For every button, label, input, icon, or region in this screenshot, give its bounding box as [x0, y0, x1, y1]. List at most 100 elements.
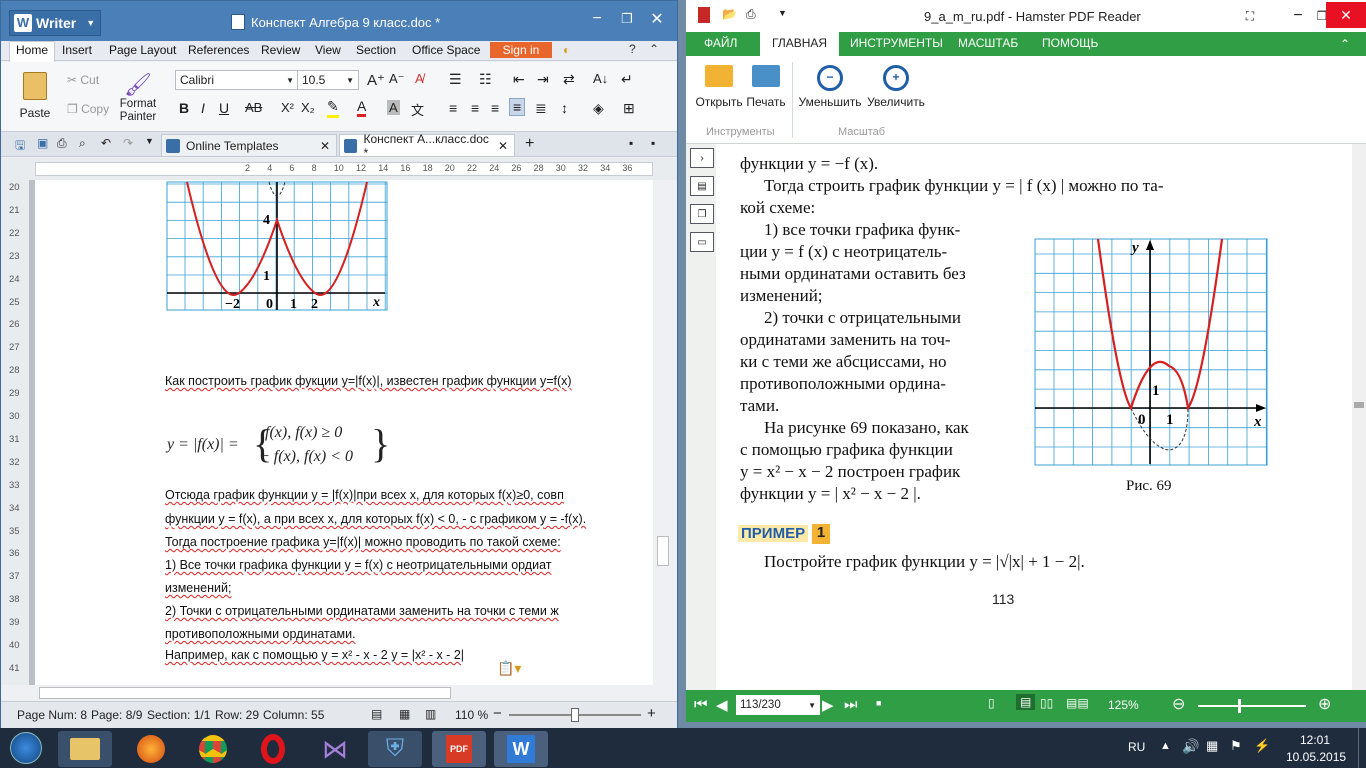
superscript-button[interactable]: X² [281, 100, 294, 115]
font-name-select[interactable]: Calibri ▼ [175, 70, 299, 90]
taskbar-firefox[interactable] [124, 731, 178, 767]
close-tab-icon[interactable]: ✕ [320, 139, 330, 153]
tab-scale[interactable]: МАСШТАБ [958, 36, 1018, 50]
ribbon-collapse-icon[interactable]: ⌃ [1340, 37, 1350, 51]
distributed-button[interactable]: ≣ [535, 100, 547, 117]
zoom-slider-thumb[interactable] [1238, 699, 1241, 713]
close-button[interactable]: ✕ [645, 9, 669, 29]
tab-home[interactable]: ГЛАВНАЯ [760, 32, 840, 56]
help-icon[interactable]: ? [629, 42, 636, 56]
single-page-icon[interactable]: ▯ [988, 696, 995, 710]
pdf-vertical-scrollbar[interactable] [1352, 144, 1366, 690]
taskbar-wps-writer[interactable]: W [494, 731, 548, 767]
tab-close-all-icon[interactable]: ▪ [651, 136, 655, 150]
zoom-slider[interactable] [1198, 699, 1306, 713]
tab-restore-icon[interactable]: ▪ [629, 136, 633, 150]
undo-icon[interactable]: ↶ [101, 136, 111, 150]
power-icon[interactable]: ⚡ [1254, 738, 1270, 754]
line-spacing-button[interactable]: ↕ [561, 100, 568, 116]
numbering-icon[interactable]: ☷ [479, 71, 492, 88]
page-number-field[interactable]: 113/230 ▼ [736, 695, 820, 715]
print-icon[interactable]: ⎙ [57, 136, 67, 151]
open-quick-icon[interactable]: 📂 [722, 7, 737, 21]
web-view-icon[interactable]: ▥ [425, 707, 436, 721]
taskbar-opera[interactable] [246, 731, 300, 767]
tab-document[interactable]: Конспект А...класс.doc * ✕ [339, 132, 515, 160]
paste-options-icon[interactable]: 📋▾ [497, 660, 521, 677]
clock-time[interactable]: 12:01 [1300, 733, 1330, 747]
format-painter-button[interactable]: 🖌 Format Painter [115, 68, 161, 128]
bold-button[interactable]: B [179, 100, 189, 116]
start-button[interactable] [4, 730, 48, 766]
font-size-select[interactable]: 10.5 ▼ [297, 70, 359, 90]
annotations-icon[interactable]: ▭ [690, 232, 714, 252]
sign-in-button[interactable]: Sign in [490, 42, 552, 58]
shrink-font-icon[interactable]: A⁻ [389, 71, 405, 87]
minimize-button[interactable]: − [1286, 6, 1310, 26]
quick-access-chevron-icon[interactable]: ▼ [778, 8, 787, 18]
taskbar-chrome[interactable] [186, 731, 240, 767]
tab-section[interactable]: Section [356, 43, 396, 57]
zoom-slider[interactable] [509, 708, 641, 722]
two-page-icon[interactable]: ▯▯ [1040, 696, 1053, 710]
last-page-icon[interactable]: ⏭ [844, 696, 858, 713]
zoom-in-button[interactable]: + Увеличить [864, 62, 928, 112]
vertical-scrollbar[interactable] [653, 180, 677, 685]
zoom-out-icon[interactable]: − [493, 705, 502, 722]
prev-page-icon[interactable]: ◀ [716, 696, 728, 714]
taskbar-pdf-reader[interactable]: PDF [432, 731, 486, 767]
indent-increase-icon[interactable]: ⇥ [537, 71, 549, 88]
pdf-page-view[interactable]: функции y = −f (x). Тогда строить график… [716, 144, 1352, 690]
fullscreen-button[interactable]: ⛶ [1240, 6, 1260, 26]
bookmarks-icon[interactable]: ▤ [690, 176, 714, 196]
zoom-in-icon[interactable]: + [647, 705, 656, 722]
two-page-continuous-icon[interactable]: ▤▤ [1066, 696, 1089, 710]
tab-insert[interactable]: Insert [62, 43, 92, 57]
font-color-button[interactable]: A [357, 98, 367, 117]
char-shading-button[interactable]: A [387, 100, 400, 115]
outline-view-icon[interactable]: ▦ [399, 707, 410, 721]
scrollbar-thumb[interactable] [1354, 402, 1364, 408]
shading-button[interactable]: ◈ [593, 100, 604, 117]
language-indicator[interactable]: RU [1128, 740, 1145, 754]
tab-view[interactable]: View [315, 43, 341, 57]
tab-tools[interactable]: ИНСТРУМЕНТЫ [850, 36, 943, 50]
tab-office-space[interactable]: Office Space [412, 43, 480, 57]
scrollbar-thumb[interactable] [39, 687, 451, 699]
borders-button[interactable]: ⊞ [623, 100, 635, 117]
horizontal-ruler[interactable]: 2 4 6 8 10 12 14 16 18 20 22 24 26 28 30 32 34 36 [1, 158, 677, 180]
cut-button[interactable]: ✂ Cut [67, 73, 99, 87]
italic-button[interactable]: I [201, 100, 205, 116]
action-center-icon[interactable]: ⚑ [1230, 738, 1242, 754]
grow-font-icon[interactable]: A⁺ [367, 71, 385, 89]
tab-home[interactable]: Home [9, 41, 56, 62]
thumbnails-icon[interactable]: ❐ [690, 204, 714, 224]
zoom-level[interactable]: 110 % [455, 708, 488, 722]
document-page[interactable]: 4 1 −2 0 1 2 x Как построить график фукц… [35, 180, 653, 685]
scrollbar-thumb[interactable] [657, 536, 669, 566]
new-tab-icon[interactable]: + [525, 135, 534, 153]
taskbar-security[interactable]: ⛨ [368, 731, 422, 767]
clear-format-icon[interactable]: A̸ [415, 71, 424, 86]
save-as-icon[interactable]: ▣ [37, 136, 48, 150]
sort-icon[interactable]: A↓ [593, 71, 608, 86]
show-desktop-button[interactable] [1358, 728, 1366, 768]
tray-expand-icon[interactable]: ▲ [1160, 740, 1171, 752]
tab-review[interactable]: Review [261, 43, 300, 57]
underline-button[interactable]: U [219, 100, 229, 116]
continuous-icon[interactable]: ▤ [1016, 694, 1036, 710]
tab-help[interactable]: ПОМОЩЬ [1042, 36, 1098, 50]
skin-icon[interactable]: ◐ [563, 43, 570, 57]
page-view-icon[interactable]: ▤ [371, 707, 382, 721]
tab-online-templates[interactable]: Online Templates ✕ [161, 134, 337, 157]
zoom-in-circle-icon[interactable]: ⊕ [1318, 694, 1331, 714]
zoom-slider-thumb[interactable] [571, 708, 579, 722]
strikethrough-button[interactable]: AB [245, 100, 262, 115]
clock-date[interactable]: 10.05.2015 [1286, 750, 1346, 764]
tab-references[interactable]: References [188, 43, 249, 57]
redo-icon[interactable]: ↷ [123, 136, 133, 150]
highlight-button[interactable]: ✎ [327, 98, 339, 118]
minimize-button[interactable]: − [585, 9, 609, 29]
print-quick-icon[interactable]: ⎙ [746, 7, 756, 22]
close-tab-icon[interactable]: ✕ [498, 139, 508, 153]
